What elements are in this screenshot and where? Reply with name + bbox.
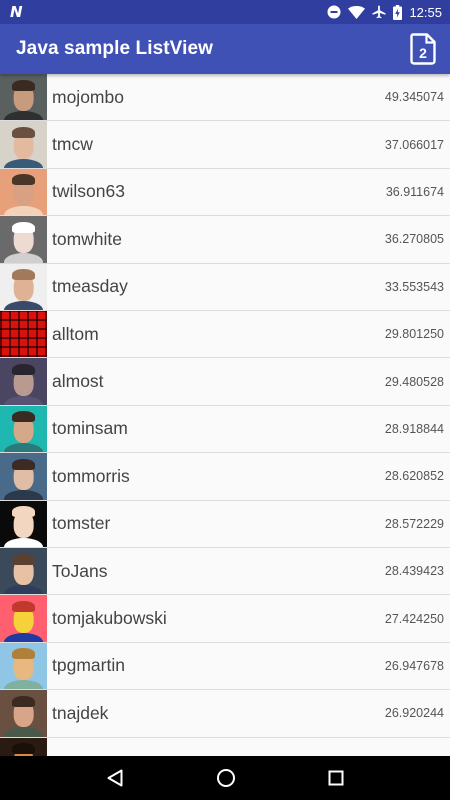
list-item[interactable]: tnajdek 26.920244 bbox=[0, 690, 450, 738]
avatar bbox=[0, 216, 47, 263]
user-score: 28.439423 bbox=[384, 564, 444, 579]
app-bar: Java sample ListView 2 bbox=[0, 24, 450, 74]
user-login: tpgmartin bbox=[52, 655, 125, 676]
avatar bbox=[0, 405, 47, 453]
avatar bbox=[0, 453, 47, 500]
home-circle-icon[interactable] bbox=[216, 768, 236, 788]
user-login: tmcw bbox=[52, 134, 93, 155]
user-login: tomwhite bbox=[52, 228, 123, 249]
list-item[interactable]: tmcw 37.066017 bbox=[0, 121, 450, 169]
user-login: mojombo bbox=[52, 86, 124, 107]
user-score: 28.572229 bbox=[384, 516, 444, 531]
avatar bbox=[0, 263, 47, 310]
list-item[interactable] bbox=[0, 737, 450, 756]
list-item[interactable]: ToJans 28.439423 bbox=[0, 548, 450, 596]
avatar bbox=[0, 311, 47, 358]
user-score: 29.480528 bbox=[384, 374, 444, 389]
list-item[interactable]: tomwhite 36.270805 bbox=[0, 216, 450, 264]
avatar bbox=[0, 500, 47, 547]
user-login: tomjakubowski bbox=[52, 608, 167, 629]
user-score: 27.424250 bbox=[384, 611, 444, 626]
battery-charging-icon bbox=[393, 4, 403, 20]
user-score: 36.911674 bbox=[385, 184, 444, 199]
do-not-disturb-icon bbox=[327, 5, 341, 19]
avatar bbox=[0, 168, 47, 216]
list-item[interactable]: almost 29.480528 bbox=[0, 358, 450, 406]
user-login: ToJans bbox=[52, 560, 108, 581]
status-left: N bbox=[10, 3, 23, 21]
user-score: 33.553543 bbox=[384, 279, 444, 294]
n-notification-icon: N bbox=[10, 3, 23, 21]
user-login: tmeasday bbox=[52, 276, 128, 297]
list-item[interactable]: tomster 28.572229 bbox=[0, 500, 450, 548]
wifi-icon bbox=[348, 5, 366, 19]
user-login: twilson63 bbox=[52, 181, 125, 202]
avatar bbox=[0, 358, 47, 405]
user-login: tomster bbox=[52, 513, 111, 534]
list-item[interactable]: tomjakubowski 27.424250 bbox=[0, 595, 450, 643]
user-login: tominsam bbox=[52, 418, 128, 439]
list-item[interactable]: alltom 29.801250 bbox=[0, 311, 450, 359]
user-score: 28.620852 bbox=[384, 469, 444, 484]
status-bar: N 12:55 bbox=[0, 0, 450, 24]
user-score: 37.066017 bbox=[384, 137, 444, 152]
user-score: 49.345074 bbox=[384, 90, 444, 105]
user-login: alltom bbox=[52, 323, 99, 344]
avatar bbox=[0, 548, 47, 595]
user-list[interactable]: mojombo 49.345074 tmcw 37.066017 twilson63 36… bbox=[0, 74, 450, 756]
avatar bbox=[0, 121, 47, 168]
airplane-icon bbox=[372, 5, 386, 19]
user-score: 26.920244 bbox=[384, 706, 444, 721]
document-badge: 2 bbox=[419, 45, 427, 61]
user-score: 28.918844 bbox=[384, 421, 444, 436]
user-login: almost bbox=[52, 371, 104, 392]
list-item[interactable]: tommorris 28.620852 bbox=[0, 453, 450, 501]
list-item[interactable]: twilson63 36.911674 bbox=[0, 168, 450, 217]
list-item[interactable]: tmeasday 33.553543 bbox=[0, 263, 450, 311]
avatar bbox=[0, 690, 47, 737]
avatar bbox=[0, 737, 47, 756]
list-item[interactable]: mojombo 49.345074 bbox=[0, 74, 450, 122]
document-page-2-icon[interactable]: 2 bbox=[410, 33, 436, 65]
status-time: 12:55 bbox=[409, 4, 442, 20]
navigation-bar bbox=[0, 756, 450, 800]
avatar bbox=[0, 642, 47, 690]
back-triangle-icon[interactable] bbox=[106, 769, 124, 787]
user-login: tommorris bbox=[52, 465, 130, 486]
list-item[interactable]: tpgmartin 26.947678 bbox=[0, 642, 450, 691]
user-score: 29.801250 bbox=[384, 327, 444, 342]
user-score: 26.947678 bbox=[384, 658, 444, 673]
status-right: 12:55 bbox=[327, 4, 442, 20]
app-title: Java sample ListView bbox=[16, 38, 214, 59]
user-score: 36.270805 bbox=[384, 232, 444, 247]
list-item[interactable]: tominsam 28.918844 bbox=[0, 405, 450, 454]
recents-square-icon[interactable] bbox=[328, 770, 344, 786]
user-login: tnajdek bbox=[52, 702, 109, 723]
avatar bbox=[0, 595, 47, 642]
avatar bbox=[0, 74, 47, 121]
